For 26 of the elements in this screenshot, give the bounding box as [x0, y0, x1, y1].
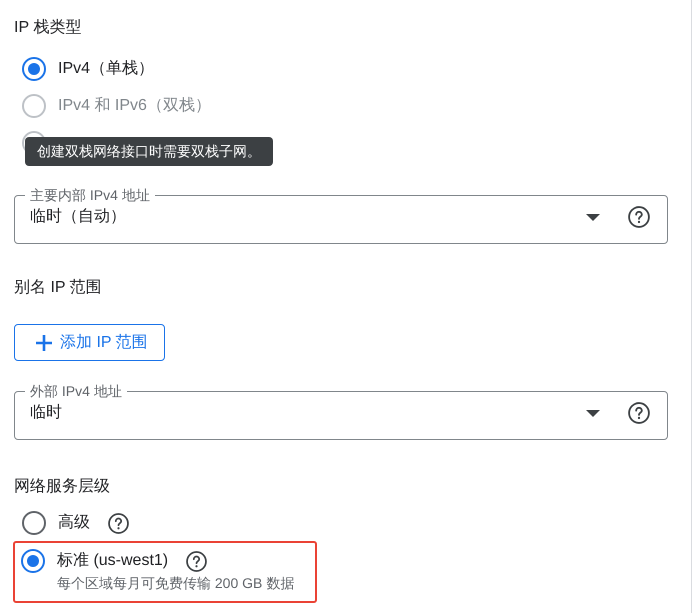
option-label: IPv4（单栈） [58, 58, 154, 78]
tooltip: 创建双栈网络接口时需要双栈子网。 [25, 137, 273, 166]
help-icon[interactable] [628, 402, 650, 424]
option-description: 每个区域每月可免费传输 200 GB 数据 [57, 574, 294, 593]
dropdown-field[interactable]: 外部 IPv4 地址 临时 [14, 382, 668, 440]
option-label: IPv4 和 IPv6（双栈） [58, 96, 211, 116]
help-icon[interactable] [628, 206, 650, 228]
radio-button[interactable] [22, 511, 46, 535]
section-title: 别名 IP 范围 [14, 278, 102, 298]
field-label: 外部 IPv4 地址 [29, 382, 123, 400]
field-value: 临时（自动） [30, 206, 127, 227]
dropdown-caret-icon[interactable] [586, 214, 600, 220]
radio-button[interactable] [21, 549, 45, 573]
section-title: 网络服务层级 [14, 477, 110, 497]
dropdown-caret-icon[interactable] [586, 410, 600, 416]
help-icon[interactable] [108, 512, 129, 534]
plus-icon [36, 334, 52, 350]
dropdown-field[interactable]: 主要内部 IPv4 地址 临时（自动） [14, 186, 668, 244]
help-icon[interactable] [186, 550, 208, 572]
option-label: 高级 [58, 512, 90, 533]
section-title: IP 栈类型 [14, 18, 82, 38]
option-label: 标准 (us-west1) [57, 551, 168, 571]
field-value: 临时 [30, 402, 63, 423]
radio-button[interactable] [22, 56, 46, 80]
field-label: 主要内部 IPv4 地址 [29, 186, 151, 204]
add-ip-range-button[interactable]: 添加 IP 范围 [14, 324, 165, 361]
